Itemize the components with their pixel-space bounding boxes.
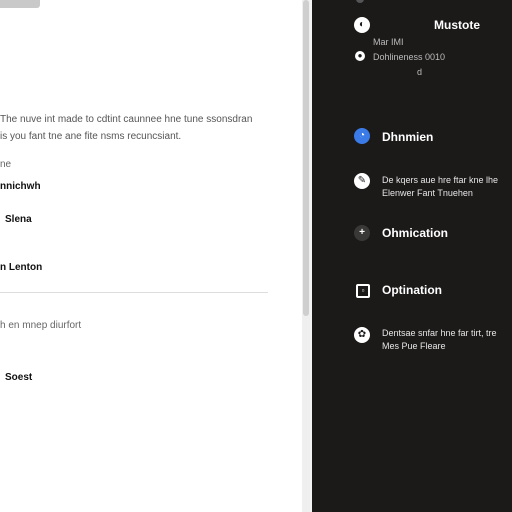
scroll-thumb[interactable] — [303, 0, 309, 316]
brush-icon[interactable]: ✎ — [354, 173, 370, 189]
left-list-item[interactable]: n Lenton — [0, 262, 42, 273]
left-list-item[interactable]: nnichwh — [0, 181, 41, 192]
description-line: is you fant tne ane fite nsms recuncsian… — [0, 131, 182, 142]
section-label: ne — [0, 159, 12, 170]
top-strip — [0, 0, 40, 8]
menu-item-title[interactable]: Optination — [382, 283, 442, 297]
scrollbar[interactable] — [302, 0, 310, 512]
menu-item-title[interactable]: Dhnmien — [382, 130, 433, 144]
left-list-item[interactable]: Slena — [5, 214, 32, 225]
left-pane: The nuve int made to cdtint caunnee hne … — [0, 0, 302, 512]
menu-item-subtitle-line: Elenwer Fant Tnuehen — [382, 188, 473, 198]
minus-plus-icon[interactable]: + — [354, 225, 370, 241]
menu-item-title[interactable]: Ohmication — [382, 226, 448, 240]
header-meta: Mar IMI — [373, 37, 404, 47]
profile-icon[interactable]: ◐ — [354, 17, 370, 33]
left-divider — [0, 292, 268, 293]
description-text: The nuve int made to cdtint caunnee hne … — [0, 111, 270, 145]
top-dot-icon — [356, 0, 364, 3]
menu-item-subtitle-line: De kqers aue hre ftar kne lhe — [382, 175, 499, 185]
header-meta: Dohlineness 0010 — [373, 52, 446, 62]
left-list-item[interactable]: Soest — [5, 372, 32, 383]
header-title: Mustote — [434, 18, 480, 32]
palette-icon[interactable]: ✿ — [354, 327, 370, 343]
square-icon[interactable]: ▫ — [356, 284, 370, 298]
menu-item-subtitle-line: Mes Pue Fleare — [382, 341, 446, 351]
blue-circle-icon[interactable]: ◔ — [354, 128, 370, 144]
status-icon: ● — [355, 51, 365, 61]
menu-item-subtitle[interactable]: Dentsae snfar hne far tirt, tre Mes Pue … — [382, 327, 512, 353]
left-list-item[interactable]: h en mnep diurfort — [0, 320, 81, 331]
menu-item-subtitle[interactable]: De kqers aue hre ftar kne lhe Elenwer Fa… — [382, 174, 512, 200]
description-line: The nuve int made to cdtint caunnee hne … — [0, 114, 253, 125]
header-meta: d — [417, 67, 423, 77]
menu-item-subtitle-line: Dentsae snfar hne far tirt, tre — [382, 328, 497, 338]
right-pane: ◐ Mustote Mar IMI ● Dohlineness 0010 d ◔… — [312, 0, 512, 512]
